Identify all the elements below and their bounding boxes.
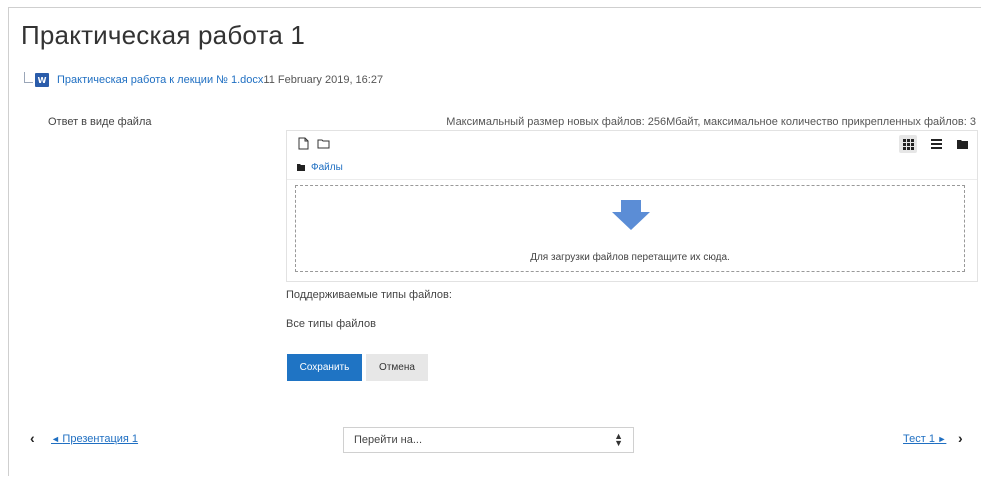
chevron-right-icon[interactable]: › [958, 430, 963, 446]
accepted-types-value: Все типы файлов [286, 318, 376, 330]
triangle-left-icon: ◄ [51, 434, 63, 444]
path-root-link[interactable]: Файлы [311, 162, 343, 173]
folder-outline-icon[interactable] [317, 137, 330, 150]
file-icon[interactable] [297, 137, 310, 150]
attachment-line: W Практическая работа к лекции № 1.docx … [24, 70, 383, 90]
file-manager-toolbar [287, 131, 977, 157]
select-arrows-icon: ▲ ▼ [614, 431, 623, 448]
prev-activity-link[interactable]: ◄ Презентация 1 [51, 433, 138, 445]
page-title: Практическая работа 1 [21, 20, 306, 50]
download-arrow-icon [612, 200, 650, 230]
triangle-right-icon: ► [934, 434, 947, 444]
folder-icon [297, 164, 305, 171]
file-manager-divider [287, 179, 977, 180]
file-manager-path: Файлы [297, 162, 343, 173]
tree-view-icon[interactable] [953, 135, 971, 153]
attachment-link[interactable]: Практическая работа к лекции № 1.docx [57, 74, 263, 86]
next-activity-label: Тест 1 [903, 433, 935, 445]
accepted-types-label: Поддерживаемые типы файлов: [286, 289, 452, 301]
attachment-date: 11 February 2019, 16:27 [263, 74, 384, 86]
submission-field-label: Ответ в виде файла [48, 116, 152, 128]
file-manager: Файлы Для загрузки файлов перетащите их … [286, 130, 978, 282]
grid-view-icon[interactable] [899, 135, 917, 153]
next-activity-link[interactable]: Тест 1 ► [903, 433, 946, 445]
file-dropzone[interactable]: Для загрузки файлов перетащите их сюда. [295, 185, 965, 272]
jump-to-placeholder: Перейти на... [354, 434, 423, 446]
chevron-left-icon[interactable]: ‹ [30, 430, 35, 446]
list-view-icon[interactable] [927, 135, 945, 153]
tree-connector [24, 71, 33, 83]
save-button[interactable]: Сохранить [287, 354, 362, 381]
dropzone-hint: Для загрузки файлов перетащите их сюда. [530, 252, 730, 263]
cancel-button[interactable]: Отмена [366, 354, 428, 381]
prev-activity-label: Презентация 1 [62, 433, 139, 445]
word-document-icon: W [35, 73, 49, 87]
file-limits-text: Максимальный размер новых файлов: 256Мба… [446, 116, 976, 128]
jump-to-select[interactable]: Перейти на... ▲ ▼ [343, 427, 634, 453]
